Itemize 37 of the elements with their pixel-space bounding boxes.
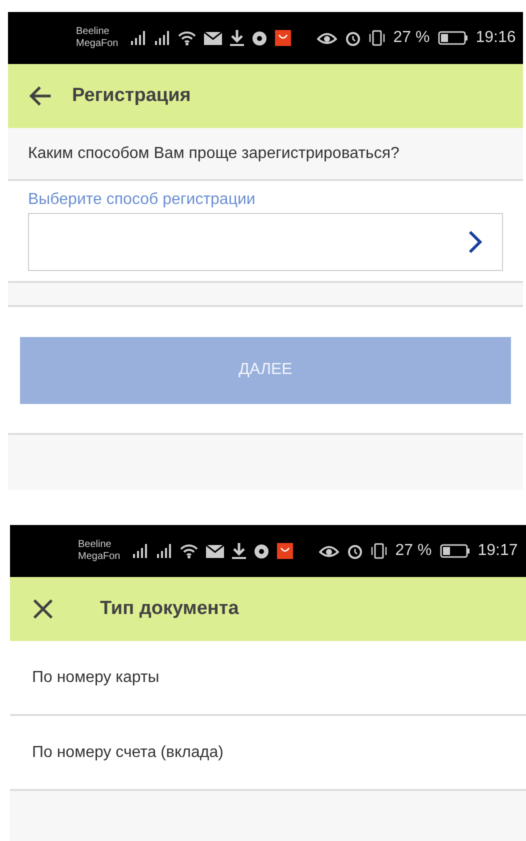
option-item[interactable]: По номеру карты — [10, 641, 526, 716]
signal-icon — [156, 543, 172, 559]
download-icon — [232, 543, 246, 559]
carrier-name: MegaFon — [78, 551, 120, 563]
download-icon — [230, 30, 244, 46]
ball-icon — [254, 544, 270, 558]
screen-title: Тип документа — [100, 598, 239, 620]
signal-icon — [154, 30, 170, 46]
signal-icon — [132, 543, 148, 559]
alarm-icon — [347, 543, 364, 559]
wifi-icon — [180, 543, 198, 559]
clock-time: 19:17 — [478, 542, 518, 560]
alarm-icon — [345, 30, 362, 46]
field-label: Выберите способ регистрации — [28, 191, 256, 209]
clock-time: 19:16 — [476, 29, 516, 47]
screen-title: Регистрация — [72, 85, 191, 107]
method-select-field[interactable] — [28, 213, 503, 271]
app-icon — [277, 543, 294, 559]
mail-icon — [206, 544, 224, 558]
ball-icon — [252, 30, 268, 46]
carrier-name: Beeline — [78, 539, 112, 551]
vibrate-icon — [371, 543, 388, 559]
eye-icon — [317, 31, 338, 45]
mail-icon — [204, 32, 222, 44]
carrier-name: MegaFon — [76, 38, 118, 50]
battery-icon — [438, 31, 468, 45]
signal-icon — [130, 30, 146, 46]
battery-percent: 27 % — [395, 542, 432, 560]
battery-icon — [440, 544, 470, 558]
wifi-icon — [178, 30, 196, 46]
eye-icon — [319, 544, 340, 558]
chevron-right-icon — [468, 230, 482, 254]
carrier-name: Beeline — [76, 26, 110, 38]
option-item[interactable]: По номеру счета (вклада) — [10, 716, 526, 791]
vibrate-icon — [369, 30, 386, 46]
battery-percent: 27 % — [393, 29, 430, 47]
app-icon — [275, 30, 292, 46]
